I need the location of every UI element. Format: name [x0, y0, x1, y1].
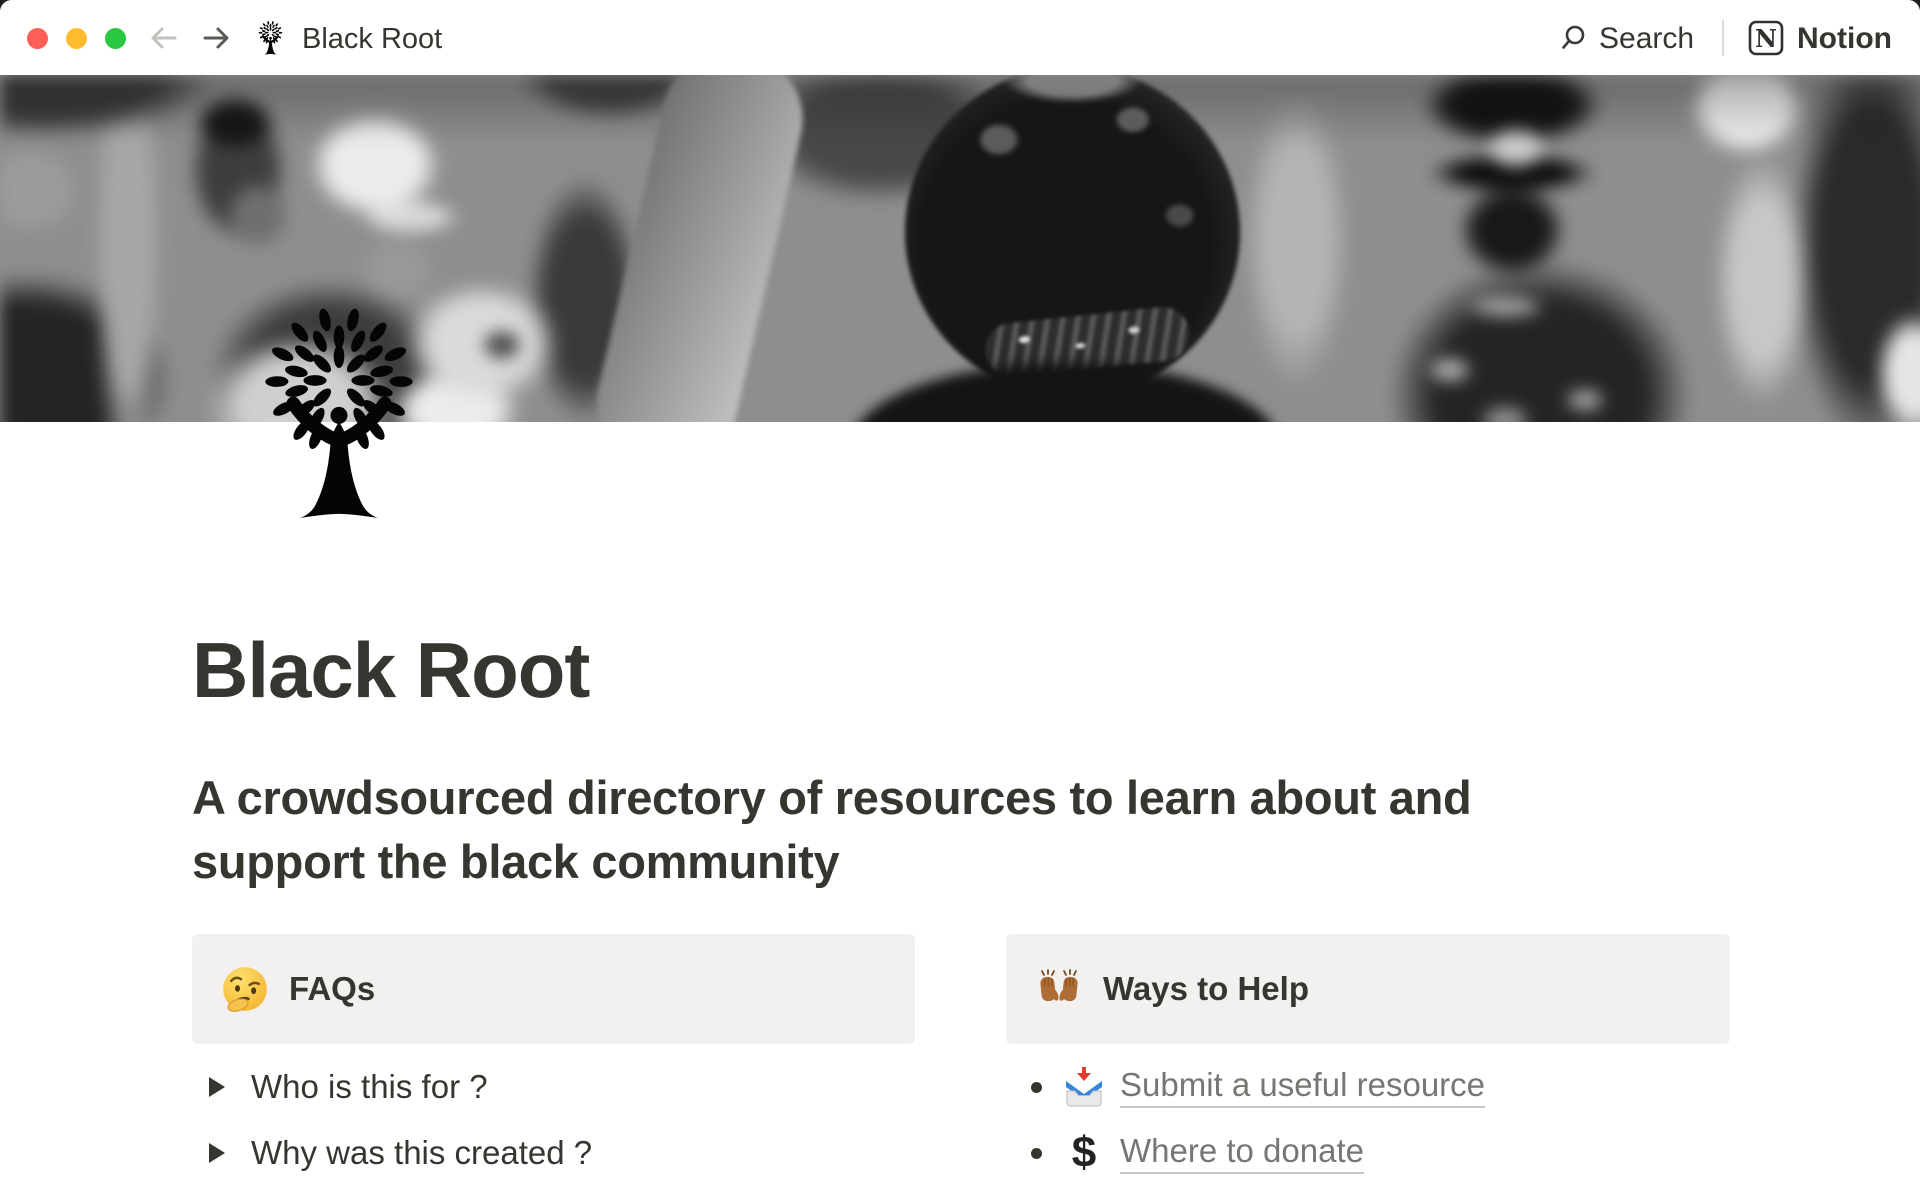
tree-icon	[253, 20, 288, 55]
forward-arrow-icon[interactable]	[199, 22, 233, 54]
traffic-light-zoom-button[interactable]	[105, 28, 126, 49]
search-button[interactable]: Search	[1599, 22, 1694, 56]
toggle-why-was-this-created[interactable]: Why was this created ?	[192, 1128, 592, 1178]
toggle-label: Who is this for ?	[251, 1068, 488, 1106]
window-titlebar: Black Root Search N Notion	[0, 0, 1920, 75]
heavy-dollar-sign-emoji: $	[1062, 1131, 1106, 1175]
toggle-who-is-this-for[interactable]: Who is this for ?	[192, 1062, 488, 1112]
raising-hands-emoji	[1036, 966, 1082, 1012]
search-icon[interactable]	[1560, 24, 1588, 52]
triangle-toggle-icon[interactable]	[204, 1076, 230, 1098]
ways-to-help-callout[interactable]: Ways to Help	[1006, 934, 1730, 1044]
page-subtitle[interactable]: A crowdsourced directory of resources to…	[192, 766, 1471, 894]
notion-window: Black Root Search N Notion Black Root A …	[0, 0, 1920, 1200]
titlebar-page-title: Black Root	[302, 23, 442, 56]
thinking-face-emoji	[222, 966, 268, 1012]
bullet-dot	[1031, 1082, 1042, 1093]
triangle-toggle-icon[interactable]	[204, 1142, 230, 1164]
page-tree-icon[interactable]	[230, 302, 448, 520]
traffic-light-close-button[interactable]	[27, 28, 48, 49]
where-to-donate-link[interactable]: Where to donate	[1120, 1132, 1364, 1174]
bullet-where-to-donate: $ Where to donate	[1006, 1128, 1364, 1178]
faqs-callout-label: FAQs	[289, 970, 375, 1008]
faqs-callout[interactable]: FAQs	[192, 934, 915, 1044]
notion-logo-icon[interactable]: N	[1747, 19, 1785, 57]
ways-to-help-callout-label: Ways to Help	[1103, 970, 1309, 1008]
traffic-light-minimize-button[interactable]	[66, 28, 87, 49]
submit-resource-link[interactable]: Submit a useful resource	[1120, 1066, 1485, 1108]
page-subtitle-line-1: A crowdsourced directory of resources to…	[192, 766, 1471, 830]
inbox-tray-emoji	[1062, 1065, 1106, 1109]
toggle-label: Why was this created ?	[251, 1134, 592, 1172]
page-title[interactable]: Black Root	[192, 630, 589, 710]
bullet-dot	[1031, 1148, 1042, 1159]
back-arrow-icon[interactable]	[147, 22, 181, 54]
svg-text:N: N	[1755, 24, 1777, 53]
notion-app-label[interactable]: Notion	[1797, 22, 1892, 56]
page-subtitle-line-2: support the black community	[192, 830, 1471, 894]
titlebar-divider	[1722, 20, 1724, 56]
bullet-submit-resource: Submit a useful resource	[1006, 1062, 1485, 1112]
